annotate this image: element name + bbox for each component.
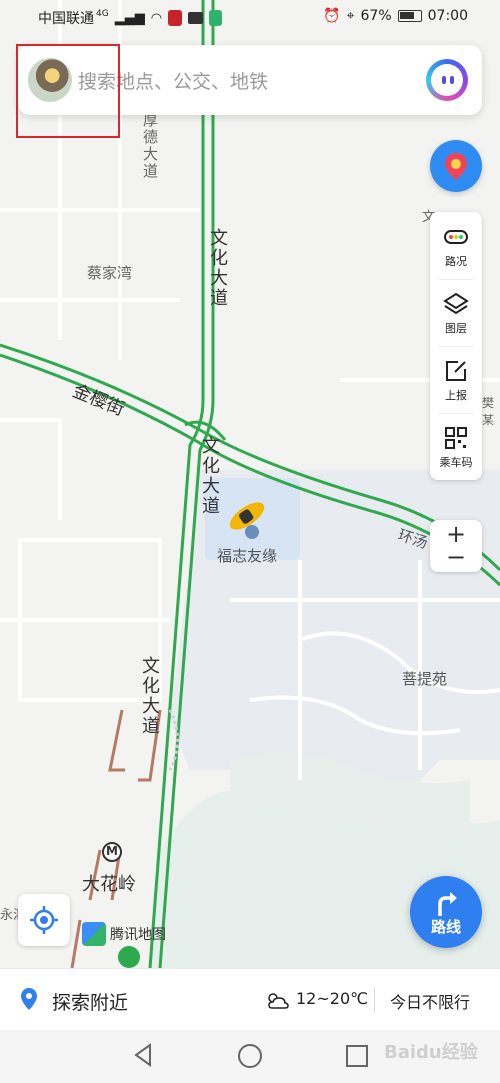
park-icon — [118, 946, 140, 968]
theme-skin-button[interactable] — [430, 140, 482, 192]
traffic-button[interactable]: 路况 — [430, 212, 482, 279]
briefcase-icon — [188, 12, 204, 24]
qr-code-icon — [445, 427, 467, 449]
network-type: 4G — [96, 9, 109, 19]
carrier-label: 中国联通 — [38, 11, 94, 27]
zoom-out-button[interactable]: − — [430, 545, 482, 572]
bottom-divider — [374, 987, 375, 1013]
app-notification-icon — [209, 10, 223, 26]
road-label-wenhua-mid: 文化大道 — [199, 436, 220, 516]
ride-code-label: 乘车码 — [439, 456, 473, 469]
map-tool-panel: 路况 图层 上报 乘车码 — [430, 212, 482, 480]
ride-code-button[interactable]: 乘车码 — [430, 413, 482, 480]
zoom-control: + − — [430, 520, 482, 572]
map-canvas[interactable] — [0, 0, 500, 969]
layers-button[interactable]: 图层 — [430, 279, 482, 346]
layers-icon — [443, 292, 469, 315]
traffic-label: 路况 — [445, 255, 467, 268]
weather-temperature[interactable]: 12~20℃ — [296, 989, 368, 1008]
location-pin-icon — [21, 988, 37, 1010]
alarm-icon: ⏰ — [323, 8, 341, 24]
signal-icon: ▂▄▆ — [114, 10, 145, 26]
tencent-map-logo-icon — [82, 922, 106, 946]
road-label-wenhua-bottom: 文化大道 — [139, 656, 160, 736]
location-flower-icon — [445, 153, 467, 180]
location-status-icon: ⌖ — [346, 8, 355, 24]
home-pin-icon — [245, 525, 259, 539]
annotation-highlight-box — [16, 44, 120, 138]
layers-label: 图层 — [445, 322, 467, 335]
tencent-map-logo: 腾讯地图 — [82, 922, 166, 946]
weather-cloud-sun-icon — [268, 993, 289, 1009]
route-button[interactable]: 路线 — [410, 876, 482, 948]
back-icon[interactable] — [132, 1042, 154, 1068]
tencent-map-logo-text: 腾讯地图 — [110, 927, 166, 943]
map-label-caijiawan[interactable]: 蔡家湾 — [87, 262, 132, 283]
route-label: 路线 — [430, 918, 461, 936]
map-view[interactable]: 蔡家湾 金樱街 福志友缘 菩提苑 大花岭 文化大道 文化大道 文化大道 厚德大道… — [0, 0, 500, 969]
map-label-dahualing[interactable]: 大花岭 — [82, 870, 136, 896]
crosshair-icon — [30, 906, 58, 934]
traffic-restriction-status[interactable]: 今日不限行 — [390, 989, 470, 1013]
home-icon[interactable] — [238, 1044, 262, 1068]
recent-apps-icon[interactable] — [346, 1045, 368, 1067]
battery-icon — [397, 10, 422, 22]
explore-nearby-button[interactable]: 探索附近 — [52, 988, 128, 1015]
metro-symbol: M — [106, 844, 118, 858]
report-button[interactable]: 上报 — [430, 346, 482, 413]
microphone-icon — [168, 10, 183, 26]
battery-percent: 67% — [360, 8, 392, 24]
map-label-putiyuan[interactable]: 菩提苑 — [402, 668, 447, 689]
report-label: 上报 — [445, 389, 467, 402]
road-label-houde: 厚德大道 — [141, 112, 159, 180]
clock-time: 07:00 — [427, 8, 468, 24]
map-label-edge-right-mid: 樊某 — [482, 396, 495, 427]
road-label-wenhua-top: 文化大道 — [207, 228, 228, 308]
status-bar: 中国联通 4G ▂▄▆ ◠ ⏰ ⌖ 67% 07:00 — [0, 0, 500, 34]
report-icon — [446, 361, 466, 381]
bottom-info-bar: 探索附近 12~20℃ 今日不限行 — [0, 968, 500, 1031]
voice-assistant-icon[interactable] — [426, 59, 468, 101]
wifi-icon: ◠ — [150, 10, 163, 26]
locate-me-button[interactable] — [18, 894, 70, 946]
map-label-fuzhi[interactable]: 福志友缘 — [217, 545, 277, 566]
traffic-icon — [444, 230, 468, 244]
system-nav-bar: Baidu经验 — [0, 1030, 500, 1083]
baidu-watermark: Baidu经验 — [384, 1042, 478, 1063]
